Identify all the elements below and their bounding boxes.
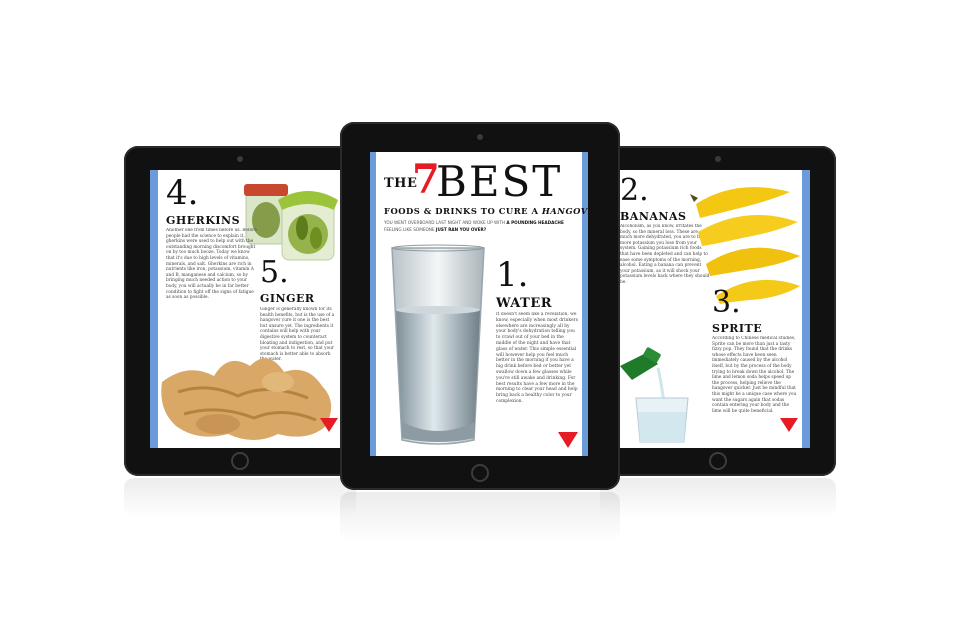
intro2-text: FEELING LIKE SOMEONE bbox=[384, 227, 435, 232]
left-tablet: 4. GHERKINS Another one from times befor… bbox=[124, 146, 356, 476]
item5-number: 5. bbox=[260, 255, 289, 290]
left-tablet-reflection bbox=[124, 478, 356, 518]
left-accent-bar bbox=[370, 152, 376, 456]
center-tablet: THE 7 BEST FOODS & DRINKS TO CURE A HANG… bbox=[340, 122, 620, 490]
subtitle-text: FOODS & DRINKS TO CURE A bbox=[384, 206, 539, 216]
item2-number: 2. bbox=[620, 173, 649, 208]
subtitle-emphasis: HANGOVER bbox=[541, 206, 588, 216]
intro-line-1: YOU WENT OVERBOARD LAST NIGHT AND WOKE U… bbox=[384, 220, 564, 225]
item1-body: It doesn't seem like a revelation, we kn… bbox=[496, 312, 578, 404]
bananas-image bbox=[690, 187, 800, 304]
item5-title: GINGER bbox=[260, 292, 315, 305]
camera-icon bbox=[715, 156, 721, 162]
right-accent-bar bbox=[582, 152, 588, 456]
home-button[interactable] bbox=[471, 464, 489, 482]
right-tablet-screen: 2. BANANAS Alcoholism, as you know, irri… bbox=[616, 170, 810, 448]
camera-icon bbox=[237, 156, 243, 162]
item4-body: Another one from times before us. Before… bbox=[166, 228, 257, 301]
item1-number: 1. bbox=[496, 255, 529, 295]
home-button[interactable] bbox=[231, 452, 249, 470]
right-tablet: 2. BANANAS Alcoholism, as you know, irri… bbox=[600, 146, 836, 476]
water-glass-image bbox=[391, 244, 485, 445]
item3-title: SPRITE bbox=[712, 322, 763, 335]
camera-icon bbox=[477, 134, 483, 140]
next-arrow-icon[interactable] bbox=[558, 432, 578, 448]
center-tablet-reflection bbox=[340, 492, 620, 542]
right-tablet-reflection bbox=[600, 478, 836, 518]
left-accent-bar bbox=[150, 170, 158, 448]
sprite-image bbox=[620, 347, 689, 443]
item1-title: WATER bbox=[496, 296, 553, 311]
center-tablet-screen: THE 7 BEST FOODS & DRINKS TO CURE A HANG… bbox=[370, 152, 588, 456]
subtitle: FOODS & DRINKS TO CURE A HANGOVER bbox=[384, 206, 588, 216]
title-best: BEST bbox=[436, 157, 563, 206]
intro-line-2: FEELING LIKE SOMEONE JUST RAN YOU OVER? bbox=[384, 227, 486, 232]
left-tablet-screen: 4. GHERKINS Another one from times befor… bbox=[150, 170, 342, 448]
home-button[interactable] bbox=[709, 452, 727, 470]
next-arrow-icon[interactable] bbox=[780, 418, 798, 432]
next-arrow-icon[interactable] bbox=[320, 418, 338, 432]
intro-text: YOU WENT OVERBOARD LAST NIGHT AND WOKE U… bbox=[384, 220, 506, 225]
item2-title: BANANAS bbox=[620, 210, 687, 223]
item4-title: GHERKINS bbox=[166, 214, 241, 227]
ginger-image bbox=[161, 358, 332, 440]
intro2-bold: JUST RAN YOU OVER? bbox=[435, 227, 487, 232]
item3-number: 3. bbox=[712, 285, 741, 320]
item4-number: 4. bbox=[166, 173, 199, 213]
intro-bold: A POUNDING HEADACHE bbox=[506, 220, 564, 225]
